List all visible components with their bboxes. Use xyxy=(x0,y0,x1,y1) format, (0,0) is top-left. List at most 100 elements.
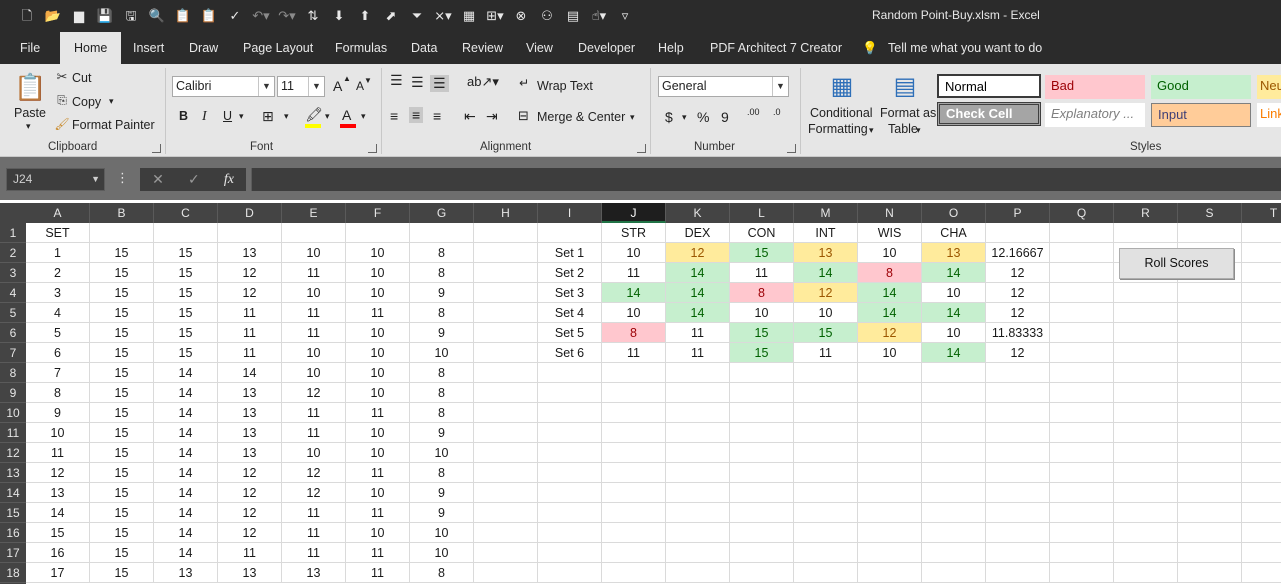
table-cell[interactable]: 14 xyxy=(26,503,90,523)
tab-page-layout[interactable]: Page Layout xyxy=(243,32,313,64)
table-cell[interactable]: 14 xyxy=(154,423,218,443)
customize-qat-icon[interactable]: ▿ xyxy=(612,5,638,27)
table-cell[interactable]: 15 xyxy=(90,463,154,483)
average-cell[interactable]: 12 xyxy=(986,283,1050,303)
column-header-h[interactable]: H xyxy=(474,203,538,223)
cell[interactable] xyxy=(730,443,794,463)
cell[interactable] xyxy=(1114,523,1178,543)
import-icon[interactable]: ⬇ xyxy=(326,5,352,27)
set-label-cell[interactable]: Set 3 xyxy=(538,283,602,303)
cell[interactable] xyxy=(1178,323,1242,343)
cell[interactable] xyxy=(1050,263,1114,283)
column-header-l[interactable]: L xyxy=(730,203,794,223)
cell[interactable] xyxy=(922,403,986,423)
cell[interactable] xyxy=(538,543,602,563)
table-cell[interactable]: 12 xyxy=(218,523,282,543)
cell[interactable] xyxy=(986,403,1050,423)
cell[interactable] xyxy=(986,523,1050,543)
cell[interactable] xyxy=(922,523,986,543)
cell[interactable] xyxy=(1050,403,1114,423)
table-cell[interactable]: 10 xyxy=(346,243,410,263)
enter-icon[interactable]: ✓ xyxy=(188,171,200,188)
font-color-button[interactable]: A xyxy=(342,107,351,123)
cell[interactable] xyxy=(1050,323,1114,343)
row-header[interactable]: 1 xyxy=(0,223,26,243)
score-cell[interactable]: 11 xyxy=(730,263,794,283)
cell[interactable] xyxy=(1242,423,1281,443)
cell[interactable] xyxy=(730,423,794,443)
underline-dropdown-icon[interactable]: ▾ xyxy=(239,111,244,122)
cell[interactable] xyxy=(1114,343,1178,363)
cell[interactable] xyxy=(1114,503,1178,523)
table-cell[interactable]: 10 xyxy=(346,383,410,403)
score-cell[interactable]: 15 xyxy=(730,243,794,263)
table-cell[interactable]: 10 xyxy=(346,483,410,503)
fill-dropdown-icon[interactable]: ▾ xyxy=(325,111,330,122)
cell[interactable] xyxy=(666,483,730,503)
row-header[interactable]: 3 xyxy=(0,263,26,283)
cell[interactable] xyxy=(858,363,922,383)
column-header-i[interactable]: I xyxy=(538,203,602,223)
save-as-icon[interactable]: 🖫 xyxy=(118,5,144,27)
cell[interactable] xyxy=(1178,223,1242,243)
score-cell[interactable]: 11 xyxy=(602,343,666,363)
increase-decimal-button[interactable]: .00 xyxy=(747,108,760,117)
align-left-icon[interactable]: ≡ xyxy=(390,108,398,124)
table-cell[interactable]: 10 xyxy=(346,343,410,363)
cell[interactable] xyxy=(474,423,538,443)
cell[interactable] xyxy=(474,303,538,323)
cell[interactable] xyxy=(474,543,538,563)
table-cell[interactable]: 10 xyxy=(282,363,346,383)
table-cell[interactable]: 8 xyxy=(410,383,474,403)
clear-filter-icon[interactable]: ⨯▾ xyxy=(430,5,456,27)
table-cell[interactable]: 15 xyxy=(90,403,154,423)
name-box[interactable]: J24 ▼ xyxy=(6,168,105,191)
paste-icon[interactable]: 📋 xyxy=(14,70,46,104)
cell[interactable] xyxy=(602,443,666,463)
score-cell[interactable]: 14 xyxy=(666,263,730,283)
score-cell[interactable]: 14 xyxy=(602,283,666,303)
cell[interactable] xyxy=(602,403,666,423)
cell[interactable] xyxy=(986,443,1050,463)
cell[interactable] xyxy=(1178,383,1242,403)
cell[interactable] xyxy=(474,363,538,383)
cell[interactable] xyxy=(794,443,858,463)
table-cell[interactable]: 13 xyxy=(26,483,90,503)
table-cell[interactable]: 11 xyxy=(26,443,90,463)
cell[interactable] xyxy=(666,523,730,543)
table-cell[interactable]: 15 xyxy=(26,523,90,543)
cell[interactable] xyxy=(666,463,730,483)
cell[interactable] xyxy=(474,503,538,523)
paste-special-icon[interactable]: 📋 xyxy=(170,5,196,27)
table-cell[interactable]: 8 xyxy=(410,243,474,263)
print-preview-icon[interactable]: 🔍 xyxy=(144,5,170,27)
table-cell[interactable]: 14 xyxy=(154,483,218,503)
copy-button[interactable]: Copy xyxy=(72,95,101,109)
style-check-cell[interactable]: Check Cell xyxy=(937,102,1041,126)
cell[interactable] xyxy=(922,563,986,583)
cell[interactable] xyxy=(986,223,1050,243)
cell[interactable] xyxy=(1242,363,1281,383)
cell[interactable] xyxy=(602,503,666,523)
cell[interactable] xyxy=(1050,463,1114,483)
cancel-icon[interactable]: ✕ xyxy=(152,171,164,188)
cell[interactable] xyxy=(602,463,666,483)
cell[interactable] xyxy=(730,543,794,563)
table-cell[interactable]: 10 xyxy=(282,443,346,463)
cell[interactable] xyxy=(1242,503,1281,523)
table-cell[interactable]: 10 xyxy=(410,343,474,363)
score-cell[interactable]: 11 xyxy=(602,263,666,283)
table-cell[interactable]: 9 xyxy=(410,483,474,503)
export-icon[interactable]: ⬆ xyxy=(352,5,378,27)
table-cell[interactable]: 6 xyxy=(26,343,90,363)
column-header-s[interactable]: S xyxy=(1178,203,1242,223)
cell[interactable] xyxy=(858,563,922,583)
cell[interactable] xyxy=(794,503,858,523)
decrease-decimal-button[interactable]: .0 xyxy=(773,108,781,117)
table-cell[interactable]: 14 xyxy=(154,503,218,523)
row-header[interactable]: 12 xyxy=(0,443,26,463)
tell-me-search[interactable]: Tell me what you want to do xyxy=(888,32,1042,64)
score-cell[interactable]: 14 xyxy=(858,303,922,323)
cell[interactable] xyxy=(922,463,986,483)
set-label-cell[interactable]: Set 5 xyxy=(538,323,602,343)
